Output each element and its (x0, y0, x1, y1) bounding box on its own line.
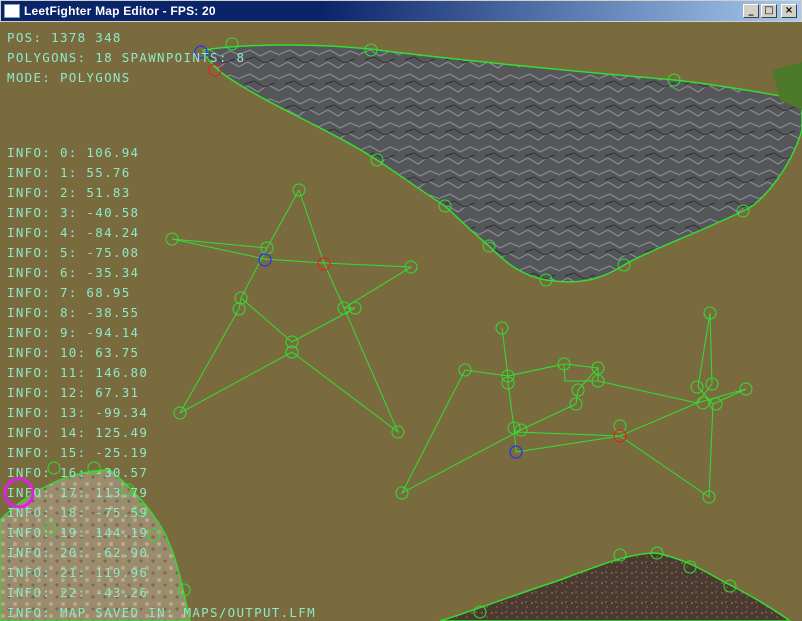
info-line: Info: 15: -25.19 (7, 445, 149, 460)
hud-mode: Mode: Polygons (7, 70, 131, 85)
gravel-polygon (439, 552, 792, 621)
info-line: Info: 2: 51.83 (7, 185, 131, 200)
info-line: Info: 3: -40.58 (7, 205, 140, 220)
maximize-button[interactable]: □ (761, 4, 777, 18)
window-controls: _ □ × (743, 4, 797, 18)
info-line: Info: 20: -62.90 (7, 545, 149, 560)
hud-status: Pos: 1378 348 Polygons: 18 Spawnpoints: … (7, 28, 245, 88)
info-line: Info: 4: -84.24 (7, 225, 140, 240)
info-line: Info: 5: -75.08 (7, 245, 140, 260)
info-line: Info: 12: 67.31 (7, 385, 140, 400)
info-log: Info: 0: 106.94 Info: 1: 55.76 Info: 2: … (7, 143, 316, 621)
info-line: Info: 0: 106.94 (7, 145, 140, 160)
window-title: LeetFighter Map Editor - FPS: 20 (24, 4, 216, 18)
hud-position: Pos: 1378 348 (7, 30, 122, 45)
info-line: Info: 14: 125.49 (7, 425, 149, 440)
close-button[interactable]: × (781, 4, 797, 18)
info-save-message: Info: Map saved in: maps/output.lfm (7, 605, 316, 620)
hud-counts: Polygons: 18 Spawnpoints: 8 (7, 50, 246, 65)
info-line: Info: 7: 68.95 (7, 285, 131, 300)
app-icon (4, 4, 20, 18)
minimize-button[interactable]: _ (743, 4, 759, 18)
info-line: Info: 6: -35.34 (7, 265, 140, 280)
info-line: Info: 11: 146.80 (7, 365, 149, 380)
bowtie-polygon (400, 312, 747, 498)
map-canvas[interactable]: Pos: 1378 348 Polygons: 18 Spawnpoints: … (0, 22, 802, 621)
info-line: Info: 19: 144.19 (7, 525, 149, 540)
info-line: Info: 8: -38.55 (7, 305, 140, 320)
info-line: Info: 1: 55.76 (7, 165, 131, 180)
info-line: Info: 21: 119.96 (7, 565, 149, 580)
info-line: Info: 17: 113.79 (7, 485, 149, 500)
info-line: Info: 13: -99.34 (7, 405, 149, 420)
info-line: Info: 18: -75.59 (7, 505, 149, 520)
info-line: Info: 10: 63.75 (7, 345, 140, 360)
info-line: Info: 22: -43.26 (7, 585, 149, 600)
info-line: Info: 9: -94.14 (7, 325, 140, 340)
info-line: Info: 16: -30.57 (7, 465, 149, 480)
title-bar[interactable]: LeetFighter Map Editor - FPS: 20 _ □ × (0, 0, 802, 22)
